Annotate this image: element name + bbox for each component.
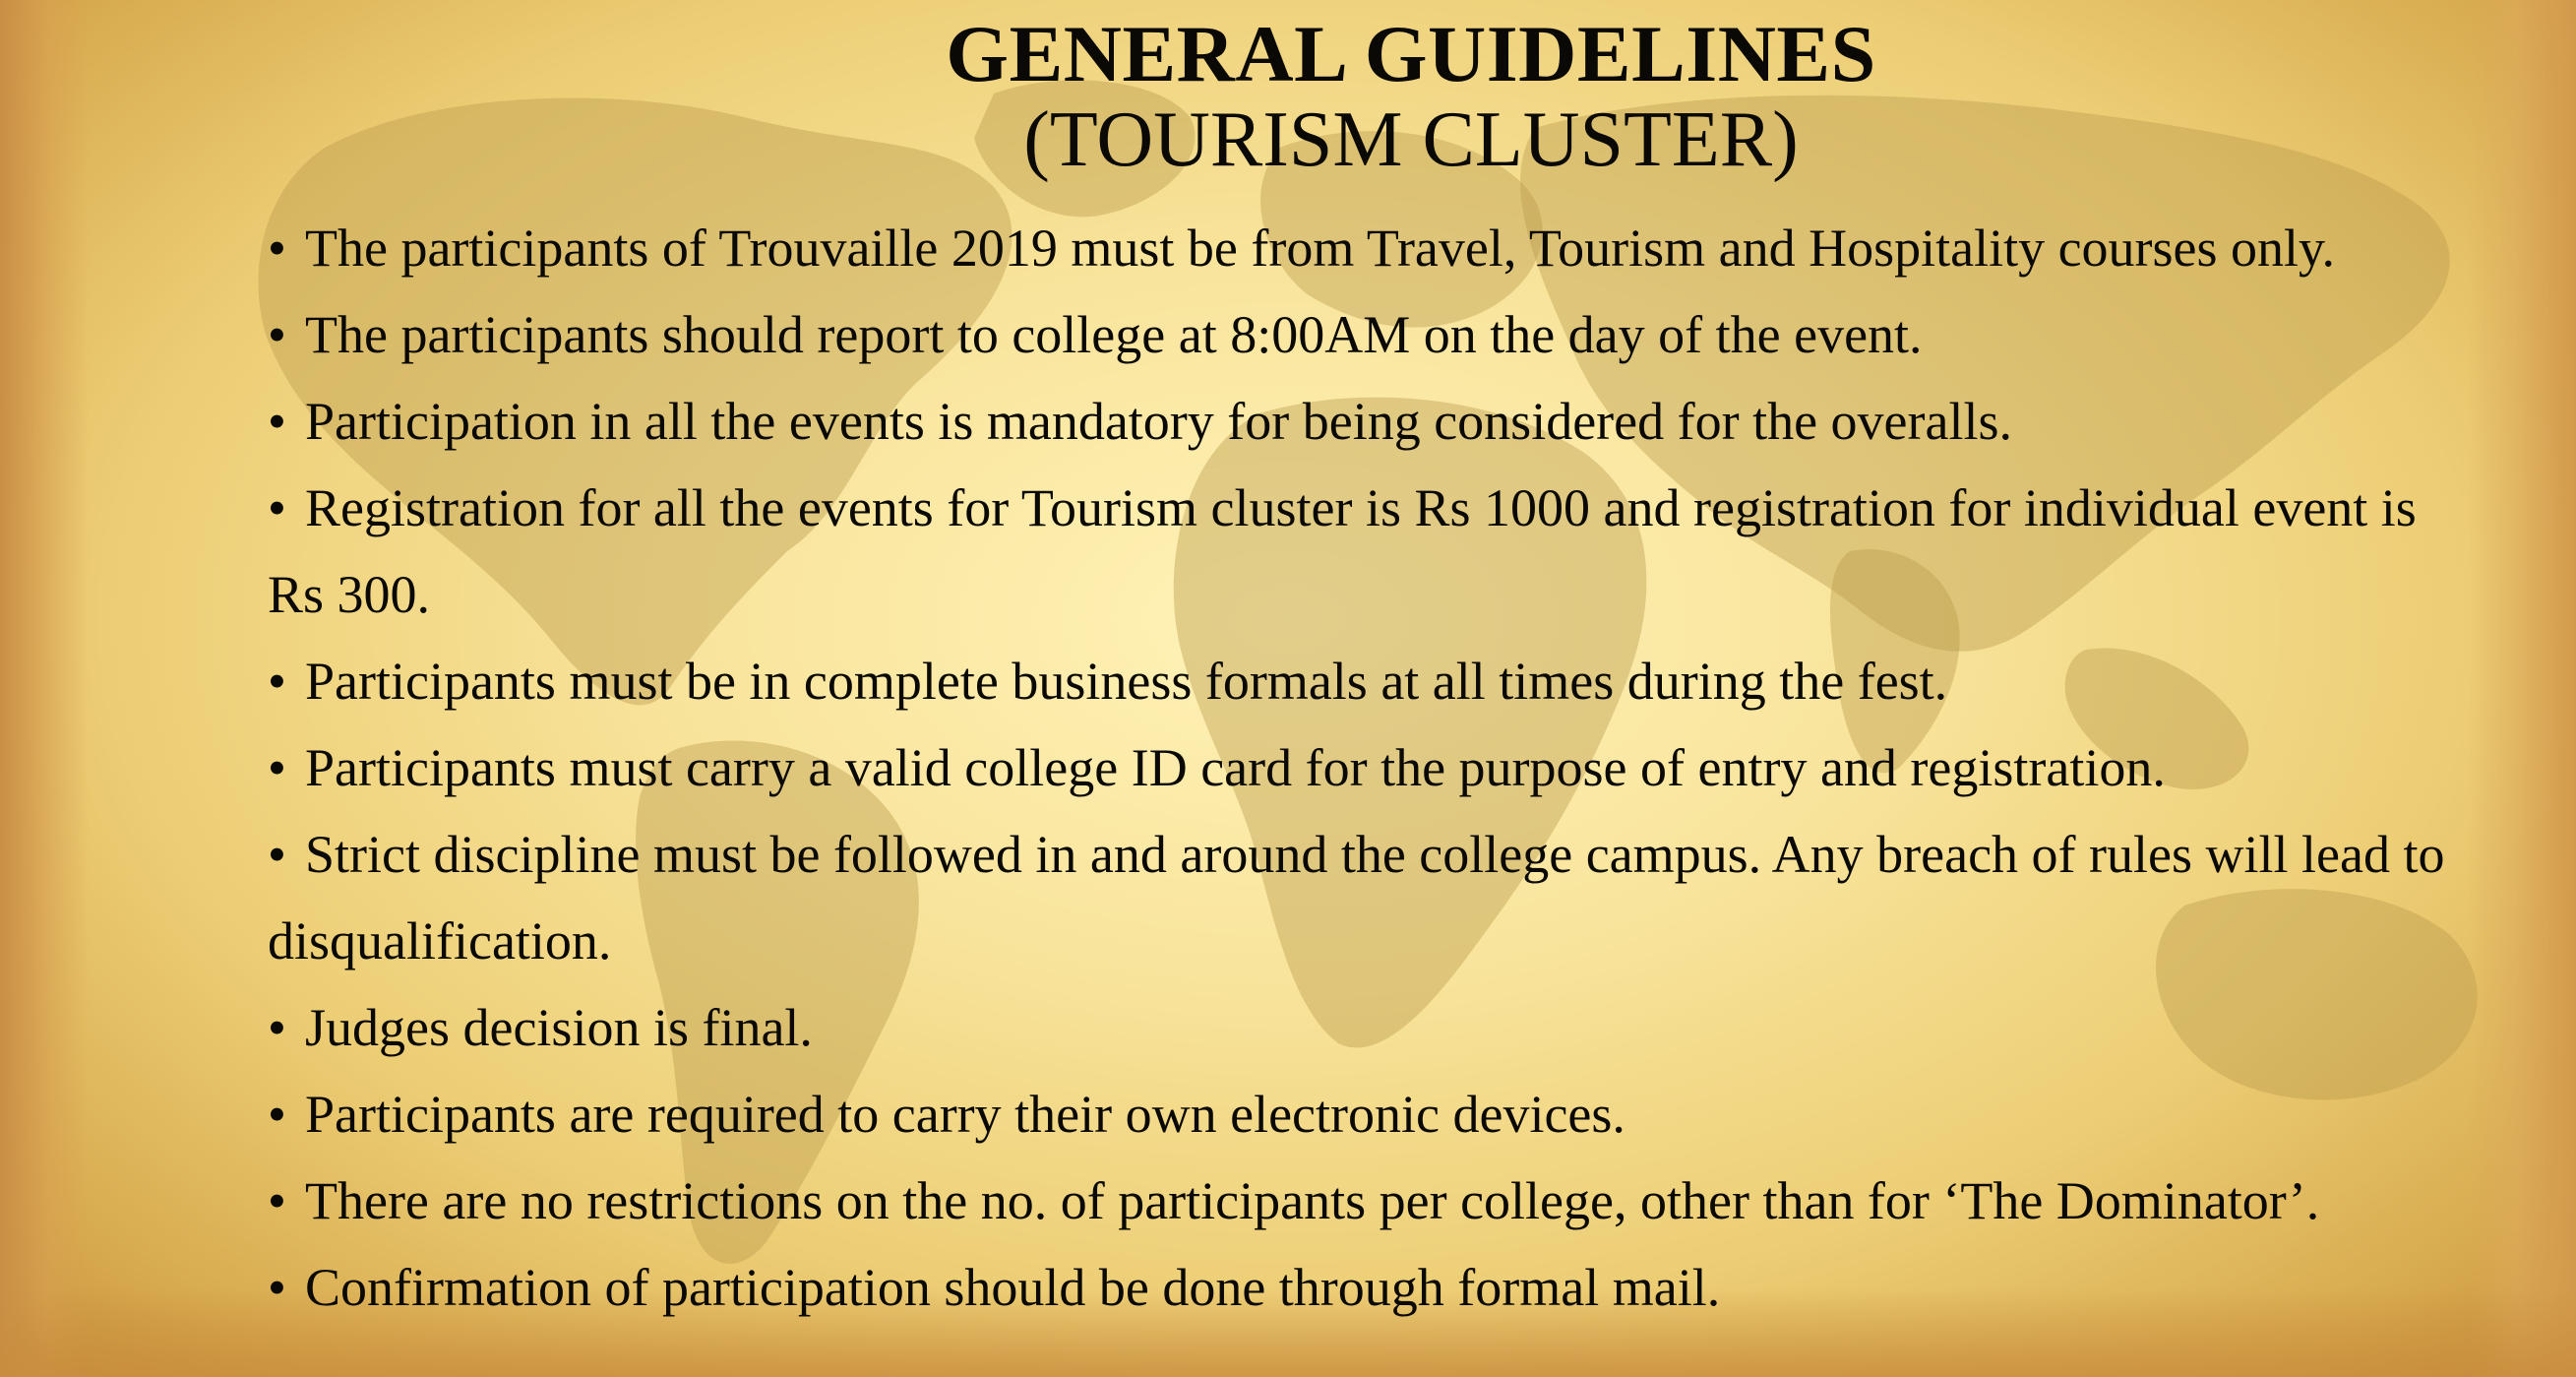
guideline-text: Participants must carry a valid college … <box>305 738 2166 797</box>
bullet-icon: • <box>268 998 286 1057</box>
guideline-text: Participants must be in complete busines… <box>305 652 1948 711</box>
guideline-text: There are no restrictions on the no. of … <box>305 1171 2320 1230</box>
bullet-icon: • <box>268 1171 286 1230</box>
bullet-icon: • <box>268 1258 286 1317</box>
slide: GENERAL GUIDELINES (TOURISM CLUSTER) • Th… <box>0 0 2576 1377</box>
guideline-item: • The participants should report to colle… <box>268 291 2472 378</box>
parchment-edge-right <box>2468 0 2576 1377</box>
guideline-item: • Strict discipline must be followed in a… <box>268 811 2472 984</box>
guideline-text: The participants should report to colleg… <box>305 305 1923 364</box>
guideline-text: Participants are required to carry their… <box>305 1085 1625 1144</box>
bullet-icon: • <box>268 478 286 537</box>
bullet-icon: • <box>268 652 286 711</box>
guideline-text: Judges decision is final. <box>305 998 813 1057</box>
guideline-item: • There are no restrictions on the no. of… <box>268 1158 2472 1244</box>
guideline-item: • Registration for all the events for Tou… <box>268 465 2472 638</box>
bullet-icon: • <box>268 392 286 451</box>
guideline-item: • Participants are required to carry thei… <box>268 1071 2472 1158</box>
guideline-item: • Judges decision is final. <box>268 984 2472 1071</box>
title-main: GENERAL GUIDELINES <box>946 9 1876 98</box>
bullet-icon: • <box>268 305 286 364</box>
guideline-text: The participants of Trouvaille 2019 must… <box>305 219 2336 278</box>
guidelines-list: • The participants of Trouvaille 2019 mus… <box>268 205 2472 1331</box>
guideline-text: Strict discipline must be followed in an… <box>268 825 2445 970</box>
guideline-text: Participation in all the events is manda… <box>305 392 2012 451</box>
parchment-edge-left <box>0 0 89 1377</box>
guideline-text: Registration for all the events for Tour… <box>268 478 2417 624</box>
guideline-item: • Confirmation of participation should be… <box>268 1244 2472 1331</box>
guideline-item: • Participants must carry a valid college… <box>268 724 2472 811</box>
guideline-text: Confirmation of participation should be … <box>305 1258 1721 1317</box>
bullet-icon: • <box>268 219 286 278</box>
guideline-item: • The participants of Trouvaille 2019 mus… <box>268 205 2472 291</box>
guideline-item: • Participation in all the events is mand… <box>268 378 2472 465</box>
bullet-icon: • <box>268 825 286 884</box>
bullet-icon: • <box>268 738 286 797</box>
guideline-item: • Participants must be in complete busine… <box>268 638 2472 724</box>
title-subtitle: (TOURISM CLUSTER) <box>1023 96 1799 183</box>
page-title: GENERAL GUIDELINES (TOURISM CLUSTER) <box>0 9 2576 183</box>
bullet-icon: • <box>268 1085 286 1144</box>
